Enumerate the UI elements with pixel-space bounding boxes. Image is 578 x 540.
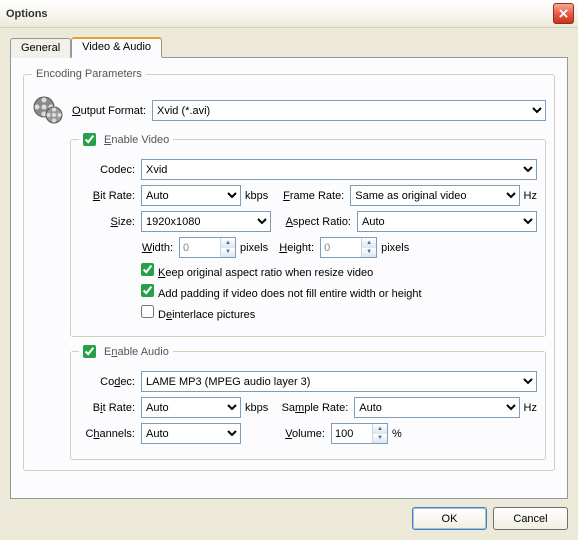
aspect-ratio-label: Aspect Ratio: (285, 216, 357, 228)
video-bitrate-unit: kbps (241, 190, 278, 202)
video-bitrate-select[interactable]: Auto (141, 185, 241, 206)
keep-aspect-checkbox[interactable] (141, 263, 154, 276)
dialog-buttons: OK Cancel (10, 499, 568, 530)
tab-panel: Encoding Parameters Output Format: Xvid … (10, 57, 568, 499)
enable-audio-label: Enable Audio (104, 346, 169, 358)
framerate-label: Frame Rate: (278, 190, 350, 202)
spin-down-icon[interactable]: ▼ (362, 248, 376, 258)
width-unit: pixels (236, 242, 278, 254)
close-icon (559, 9, 568, 18)
volume-unit: % (388, 428, 412, 440)
audio-bitrate-unit: kbps (241, 402, 278, 414)
width-spinner[interactable]: ▲▼ (179, 237, 236, 258)
cancel-button[interactable]: Cancel (493, 507, 568, 530)
enable-video-checkbox[interactable] (83, 133, 96, 146)
add-padding-label: Add padding if video does not fill entir… (158, 288, 422, 300)
volume-label: Volume: (255, 428, 331, 440)
video-codec-select[interactable]: Xvid (141, 159, 537, 180)
height-unit: pixels (377, 242, 419, 254)
video-codec-label: Codec: (79, 164, 141, 176)
spin-up-icon[interactable]: ▲ (373, 424, 387, 434)
spin-up-icon[interactable]: ▲ (362, 238, 376, 248)
spin-down-icon[interactable]: ▼ (373, 434, 387, 444)
enable-video-group: Enable Video Codec: Xvid Bit Rate: Auto … (70, 133, 546, 337)
channels-select[interactable]: Auto (141, 423, 241, 444)
height-label: Height: (278, 242, 320, 254)
deinterlace-checkbox[interactable] (141, 305, 154, 318)
enable-video-label: Enable Video (104, 134, 169, 146)
output-format-label: Output Format: (70, 105, 152, 117)
title-bar: Options (0, 0, 578, 28)
volume-spinner[interactable]: ▲▼ (331, 423, 388, 444)
tab-video-audio[interactable]: Video & Audio (71, 37, 162, 58)
enable-audio-checkbox[interactable] (83, 345, 96, 358)
framerate-select[interactable]: Same as original video (350, 185, 519, 206)
size-label: Size: (79, 216, 141, 228)
width-label: Width: (141, 242, 179, 254)
tab-general[interactable]: General (10, 38, 71, 58)
deinterlace-label: Deinterlace pictures (158, 309, 255, 321)
output-format-select[interactable]: Xvid (*.avi) (152, 100, 546, 121)
tab-strip: General Video & Audio (10, 36, 568, 57)
video-bitrate-label: Bit Rate: (79, 190, 141, 202)
window-title: Options (6, 8, 553, 20)
audio-codec-select[interactable]: LAME MP3 (MPEG audio layer 3) (141, 371, 537, 392)
encoding-parameters-group: Encoding Parameters Output Format: Xvid … (23, 68, 555, 471)
channels-label: Channels: (79, 428, 141, 440)
film-reel-icon (32, 93, 64, 125)
audio-bitrate-label: Bit Rate: (79, 402, 141, 414)
aspect-ratio-select[interactable]: Auto (357, 211, 537, 232)
ok-button[interactable]: OK (412, 507, 487, 530)
samplerate-label: Sample Rate: (278, 402, 354, 414)
spin-down-icon[interactable]: ▼ (221, 248, 235, 258)
keep-aspect-label: Keep original aspect ratio when resize v… (158, 267, 373, 279)
samplerate-select[interactable]: Auto (354, 397, 519, 418)
encoding-legend: Encoding Parameters (32, 68, 146, 80)
enable-audio-group: Enable Audio Codec: LAME MP3 (MPEG audio… (70, 345, 546, 460)
size-select[interactable]: 1920x1080 (141, 211, 271, 232)
samplerate-unit: Hz (520, 402, 537, 414)
spin-up-icon[interactable]: ▲ (221, 238, 235, 248)
add-padding-checkbox[interactable] (141, 284, 154, 297)
close-button[interactable] (553, 3, 574, 24)
framerate-unit: Hz (520, 190, 537, 202)
audio-codec-label: Codec: (79, 376, 141, 388)
height-spinner[interactable]: ▲▼ (320, 237, 377, 258)
audio-bitrate-select[interactable]: Auto (141, 397, 241, 418)
